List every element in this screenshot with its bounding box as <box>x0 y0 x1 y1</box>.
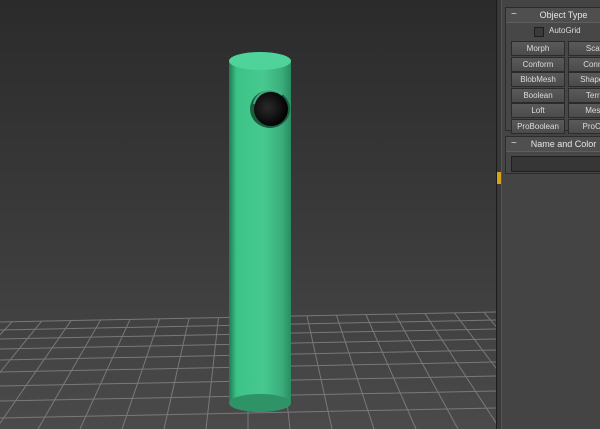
object-type-title: Object Type <box>539 10 588 20</box>
autogrid-checkbox[interactable] <box>534 27 544 37</box>
resize-grip-icon[interactable] <box>497 172 501 184</box>
object-type-button-blobmesh[interactable]: BlobMesh <box>511 72 565 88</box>
object-type-button-morph[interactable]: Morph <box>511 41 565 56</box>
perspective-viewport[interactable] <box>0 0 496 429</box>
name-and-color-rollout-header[interactable]: − Name and Color <box>506 137 600 152</box>
name-and-color-rollout: − Name and Color <box>505 136 600 174</box>
object-type-button-procut[interactable]: ProCut <box>568 119 600 134</box>
object-type-button-loft[interactable]: Loft <box>511 103 565 119</box>
cylinder-object[interactable] <box>229 52 291 412</box>
object-type-button-mesh[interactable]: Mesh <box>568 103 600 119</box>
autogrid-row[interactable]: AutoGrid <box>506 25 600 39</box>
viewport-scene <box>0 52 496 429</box>
object-type-button-terra[interactable]: Terra <box>568 87 600 103</box>
object-name-field[interactable] <box>511 156 600 172</box>
object-type-button-scatt[interactable]: Scatt <box>568 41 600 56</box>
name-and-color-title: Name and Color <box>530 139 597 149</box>
autogrid-label: AutoGrid <box>549 26 581 35</box>
command-panel: − Object Type AutoGrid MorphScattConform… <box>502 0 600 429</box>
object-type-button-boolean[interactable]: Boolean <box>511 87 565 103</box>
object-type-button-proboolean[interactable]: ProBoolean <box>511 119 565 134</box>
object-type-rollout-header[interactable]: − Object Type <box>506 8 600 23</box>
object-type-button-shapem[interactable]: ShapeM <box>568 72 600 88</box>
object-type-buttons: MorphScattConformConneBlobMeshShapeMBool… <box>506 39 600 139</box>
object-type-button-conform[interactable]: Conform <box>511 56 565 72</box>
object-type-button-conne[interactable]: Conne <box>568 56 600 72</box>
object-type-rollout: − Object Type AutoGrid MorphScattConform… <box>505 7 600 134</box>
